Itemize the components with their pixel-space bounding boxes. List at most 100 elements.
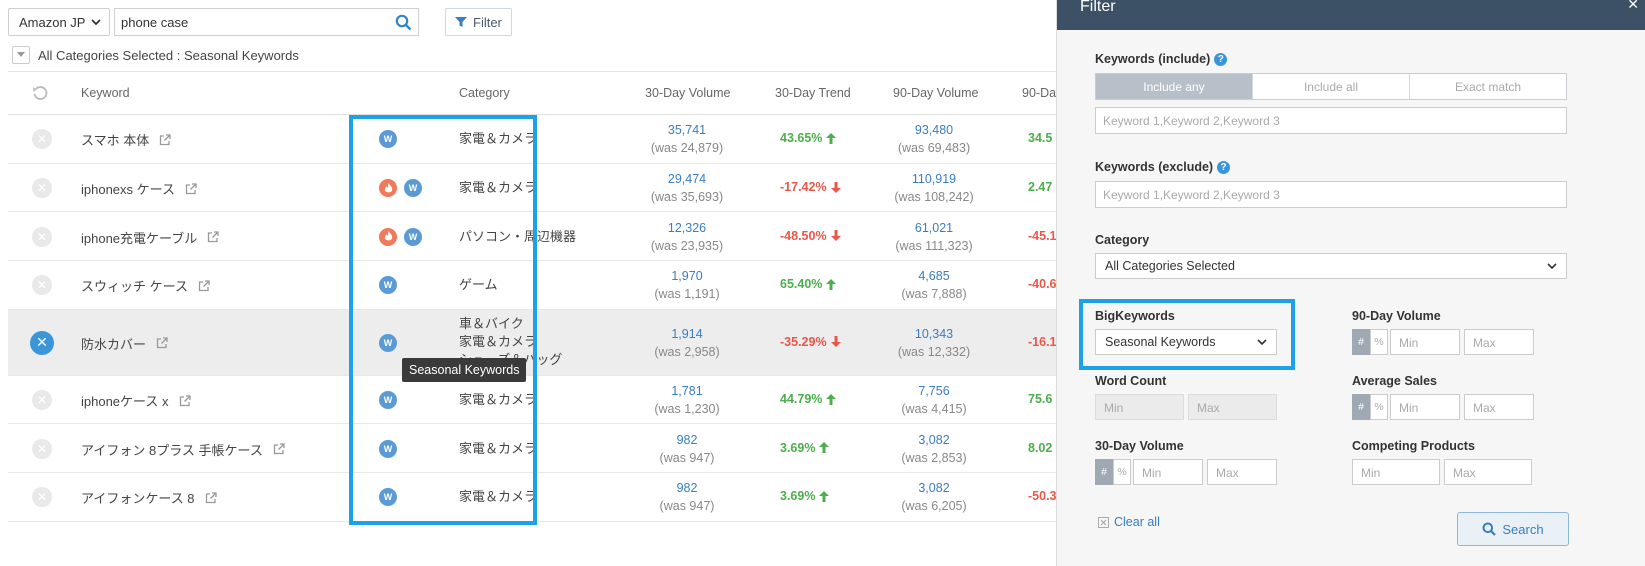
external-link-icon[interactable] xyxy=(159,134,171,146)
vol90-was: (was 69,483) xyxy=(897,141,971,156)
vol90-cell: 93,480 (was 69,483) xyxy=(874,121,994,157)
external-link-icon[interactable] xyxy=(273,443,285,455)
word-count-max[interactable]: Max xyxy=(1188,394,1277,420)
trend30-cell: -17.42% xyxy=(780,180,841,194)
trend30-cell: 43.65% xyxy=(780,131,837,145)
vol30-was: (was 24,879) xyxy=(650,141,724,156)
keywords-include-input[interactable]: Keyword 1,Keyword 2,Keyword 3 xyxy=(1095,107,1567,134)
match-exact[interactable]: Exact match xyxy=(1410,74,1566,99)
competing-min[interactable]: Min xyxy=(1352,459,1440,485)
vol30-cell: 1,781 (was 1,230) xyxy=(627,382,747,418)
keyword-text[interactable]: アイフォン 8プラス 手帳ケース xyxy=(81,440,263,459)
external-link-icon[interactable] xyxy=(179,394,191,407)
table-row[interactable]: ✕ 防水カバー W 車＆バイク家電＆カメラシューズ＆バッグ 1,914 (was… xyxy=(8,309,1068,376)
keyword-text[interactable]: スマホ 本体 xyxy=(81,130,149,149)
vol90-max[interactable]: Max xyxy=(1464,329,1534,355)
col-90day-volume[interactable]: 90-Day Volume xyxy=(893,86,978,100)
col-30day-trend[interactable]: 30-Day Trend xyxy=(775,86,851,100)
remove-keyword-button[interactable]: ✕ xyxy=(32,129,52,150)
unit-hash[interactable]: # xyxy=(1095,459,1113,485)
unit-pct[interactable]: % xyxy=(1370,394,1388,420)
search-button[interactable]: Search xyxy=(1457,512,1569,546)
keyword-text[interactable]: 防水カバー xyxy=(81,334,146,353)
trend30-value: 65.40% xyxy=(780,277,823,292)
external-link-icon[interactable] xyxy=(205,492,217,504)
arrow-up-icon xyxy=(819,490,830,502)
keyword-table: Keyword Category 30-Day Volume 30-Day Tr… xyxy=(8,71,1068,522)
keyword-text[interactable]: アイフォンケース 8 xyxy=(81,488,195,507)
table-row[interactable]: ✕ アイフォンケース 8 W 家電＆カメラ 982 (was 947) 3.69… xyxy=(8,473,1068,522)
vol30-unit-toggle: #% xyxy=(1095,459,1131,485)
unit-pct[interactable]: % xyxy=(1113,459,1131,485)
avg-sales-max[interactable]: Max xyxy=(1464,394,1534,420)
category-select[interactable]: All Categories Selected xyxy=(1095,253,1567,279)
vol90-was: (was 111,323) xyxy=(895,238,973,253)
bigkeywords-select[interactable]: Seasonal Keywords xyxy=(1095,329,1277,355)
external-link-icon[interactable] xyxy=(207,231,219,243)
vol30-min[interactable]: Min xyxy=(1133,459,1203,485)
remove-keyword-button[interactable]: ✕ xyxy=(32,487,52,508)
external-link-icon[interactable] xyxy=(156,337,168,349)
vol30-label: 30-Day Volume xyxy=(1095,439,1184,453)
word-count-min[interactable]: Min xyxy=(1095,394,1184,420)
vol30-cell: 1,914 (was 2,958) xyxy=(627,325,747,361)
col-30day-volume[interactable]: 30-Day Volume xyxy=(645,86,730,100)
vol30-was: (was 35,693) xyxy=(650,190,724,205)
col-keyword[interactable]: Keyword xyxy=(81,86,130,100)
keyword-text[interactable]: iphonexs ケース xyxy=(81,179,175,198)
table-row[interactable]: ✕ アイフォン 8プラス 手帳ケース W 家電＆カメラ 982 (was 947… xyxy=(8,424,1068,474)
search-icon[interactable] xyxy=(395,14,412,31)
clear-all-link[interactable]: Clear all xyxy=(1098,515,1160,529)
avg-sales-min[interactable]: Min xyxy=(1390,394,1460,420)
competing-max[interactable]: Max xyxy=(1444,459,1532,485)
table-row[interactable]: ✕ スウィッチ ケース W ゲーム 1,970 (was 1,191) 65.4… xyxy=(8,261,1068,310)
vol30-value: 982 xyxy=(676,481,698,496)
competing-label: Competing Products xyxy=(1352,439,1475,453)
keyword-text[interactable]: iphone充電ケーブル xyxy=(81,228,197,247)
remove-keyword-button[interactable]: ✕ xyxy=(32,275,52,296)
col-90day-trend[interactable]: 90-Da xyxy=(1022,86,1056,100)
unit-hash[interactable]: # xyxy=(1352,394,1370,420)
table-row[interactable]: ✕ スマホ 本体 W 家電＆カメラ 35,741 (was 24,879) 43… xyxy=(8,115,1068,164)
trend30-cell: 44.79% xyxy=(780,392,837,407)
vol30-value: 29,474 xyxy=(667,172,707,187)
search-button-label: Search xyxy=(1502,521,1544,537)
table-row[interactable]: ✕ iphone充電ケーブル W パソコン・周辺機器 12,326 (was 2… xyxy=(8,212,1068,262)
remove-keyword-button[interactable]: ✕ xyxy=(30,330,54,355)
trend30-value: 44.79% xyxy=(780,392,823,407)
tooltip: Seasonal Keywords xyxy=(402,358,527,382)
keywords-exclude-input[interactable]: Keyword 1,Keyword 2,Keyword 3 xyxy=(1095,181,1567,208)
external-link-icon[interactable] xyxy=(198,280,210,292)
close-icon[interactable]: ✕ xyxy=(1627,0,1639,13)
vol90-value: 61,021 xyxy=(914,220,954,235)
match-include-any[interactable]: Include any xyxy=(1096,74,1253,99)
help-icon[interactable]: ? xyxy=(1217,161,1231,175)
category-dropdown-toggle[interactable] xyxy=(12,46,30,64)
col-category[interactable]: Category xyxy=(459,86,510,100)
remove-keyword-button[interactable]: ✕ xyxy=(32,438,52,459)
table-row[interactable]: ✕ iphonexs ケース W 家電＆カメラ 29,474 (was 35,6… xyxy=(8,164,1068,213)
remove-keyword-button[interactable]: ✕ xyxy=(32,226,52,247)
unit-pct[interactable]: % xyxy=(1370,329,1388,355)
search-input[interactable]: phone case xyxy=(114,8,419,36)
keyword-text[interactable]: スウィッチ ケース xyxy=(81,276,188,295)
remove-keyword-button[interactable]: ✕ xyxy=(32,390,52,411)
trend90-value: -45.1 xyxy=(1028,228,1057,243)
category-label: Category xyxy=(1095,233,1150,247)
refresh-icon[interactable] xyxy=(32,85,48,104)
table-row[interactable]: ✕ iphoneケース x W 家電＆カメラ 1,781 (was 1,230)… xyxy=(8,376,1068,425)
external-link-icon[interactable] xyxy=(185,182,197,195)
vol90-was: (was 108,242) xyxy=(894,190,974,205)
match-include-all[interactable]: Include all xyxy=(1253,74,1410,99)
marketplace-select[interactable]: Amazon JP xyxy=(8,8,110,36)
help-icon[interactable]: ? xyxy=(1214,53,1228,67)
vol30-max[interactable]: Max xyxy=(1207,459,1277,485)
word-count-label: Word Count xyxy=(1095,374,1167,388)
vol90-min[interactable]: Min xyxy=(1390,329,1460,355)
unit-hash[interactable]: # xyxy=(1352,329,1370,355)
vol30-value: 982 xyxy=(676,432,698,447)
filter-button[interactable]: Filter xyxy=(445,8,512,36)
remove-keyword-button[interactable]: ✕ xyxy=(32,178,52,199)
vol90-label: 90-Day Volume xyxy=(1352,309,1441,323)
keyword-text[interactable]: iphoneケース x xyxy=(81,391,169,410)
